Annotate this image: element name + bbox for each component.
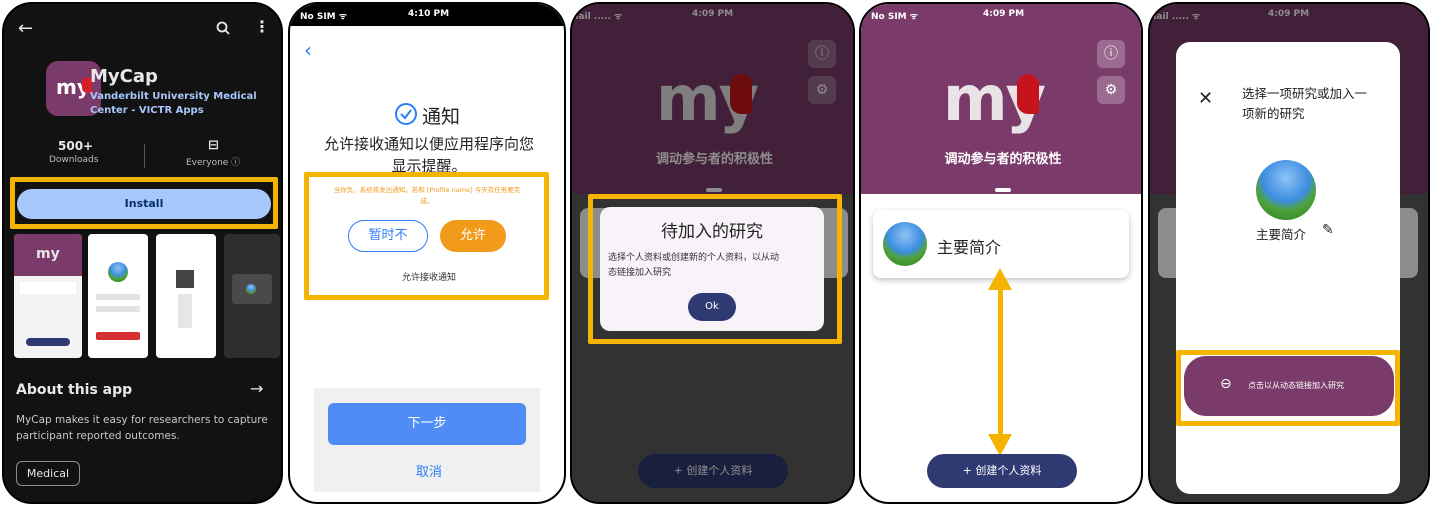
phone-main-profile: No SIM ᯤ 4:09 PM ⓘ ⚙ my 调动参与者的积极性 主要简介 +… [859,2,1143,504]
developer-line-2: Center - VICTR Apps [90,105,204,116]
allow-button[interactable]: 允许 [440,220,506,252]
brand-bird-icon [1017,74,1039,114]
notify-small-notice: 当你负、系统将发出通知。若和 [Profile name] 今天有任务要完 成。 [314,185,540,207]
arrow-head-down [988,434,1012,456]
dialog-ok-button[interactable]: Ok [688,293,736,321]
join-study-label: 点击以从动态链接加入研究 [1248,381,1344,390]
phone-pending-study: nail ..... ᯤ 4:09 PM ⓘ ⚙ my 调动参与者的积极性 + … [570,2,855,504]
dialog-body-line-1: 选择个人资料或创建新的个人资料，以从动 [608,253,780,263]
tagline: 调动参与者的积极性 [944,152,1062,167]
screenshot-3-qr [176,270,194,288]
next-button[interactable]: 下一步 [328,403,526,445]
screenshot-3-text [178,294,192,328]
more-vert-icon[interactable]: ⋮ [254,17,270,36]
screenshot-4-globe [246,284,256,294]
screenshot-1-card [20,282,76,294]
info-icon[interactable]: ⓘ [1097,40,1125,68]
notify-title: 通知 [422,106,461,128]
cancel-button[interactable]: 取消 [290,461,564,480]
sheet-title-line-1: 选择一项研究或加入一 [1242,86,1368,101]
page-dots [995,188,1011,192]
screenshot-1[interactable]: my [14,234,82,358]
notice-line-2: 成。 [420,197,434,205]
study-sheet: ✕ 选择一项研究或加入一 项新的研究 主要简介 ✎ [1176,42,1400,494]
about-line-2: participant reported outcomes. [16,430,180,442]
screenshot-2-btn [96,332,140,340]
about-line-1: MyCap makes it easy for researchers to c… [16,414,268,426]
check-circle-icon [394,102,418,130]
back-chevron-icon[interactable]: ‹ [304,38,312,62]
pending-study-dialog: 待加入的研究 选择个人资料或创建新的个人资料，以从动 态链接加入研究 Ok [600,207,824,331]
downloads-label: Downloads [49,155,99,165]
screenshot-4[interactable] [224,234,280,358]
back-arrow-icon[interactable]: ← [18,18,33,39]
status-carrier: No SIM ᯤ [300,12,347,22]
dialog-title: 待加入的研究 [661,222,763,242]
status-bar: No SIM ᯤ 4:10 PM [290,4,564,26]
screenshot-2-field-2 [96,306,140,312]
notify-desc-line-1: 允许接收通知以便应用程序向您 [323,135,534,153]
downloads-value: 500+ [58,139,94,153]
stat-divider [144,144,145,168]
about-title[interactable]: About this app [16,382,132,398]
screenshot-2-field [96,294,140,300]
join-study-button[interactable]: ⊖ 点击以从动态链接加入研究 [1184,356,1394,416]
profile-name: 主要简介 [937,238,1002,257]
app-name: MyCap [90,66,158,87]
phone-play-store: ← ⋮ my MyCap Vanderbilt University Medic… [2,2,283,504]
phone-notification: No SIM ᯤ 4:10 PM ‹ 通知 允许接收通知以便应用程序向您 显示提… [288,2,566,504]
screenshot-1-logo: my [36,246,60,262]
arrow-head-up [988,268,1012,290]
link-icon: ⊖ [1220,376,1232,392]
create-profile-button[interactable]: + 创建个人资料 [927,454,1077,488]
category-chip[interactable]: Medical [16,461,80,486]
screenshot-2[interactable] [88,234,148,358]
notify-description: 允许接收通知以便应用程序向您 显示提醒。 [300,133,558,177]
status-bar: No SIM ᯤ 4:09 PM [861,4,1141,26]
dialog-body: 选择个人资料或创建新的个人资料，以从动 态链接加入研究 [608,251,820,281]
status-carrier: No SIM ᯤ [871,12,918,22]
screenshot-1-btn [26,338,70,346]
not-now-button[interactable]: 暂时不 [348,220,428,252]
developer-line-1: Vanderbilt University Medical [90,91,257,102]
notice-line-1: 当你负、系统将发出通知。若和 [Profile name] 今天有任务要完 [333,186,521,194]
settings-icon[interactable]: ⚙ [1097,76,1125,104]
content-rating-label: Everyone ⓘ [186,158,241,168]
screenshot-3[interactable] [156,234,216,358]
arrow-line [998,290,1003,438]
edit-pencil-icon[interactable]: ✎ [1322,222,1334,238]
sheet-title-line-2: 项新的研究 [1242,106,1305,121]
profile-name: 主要简介 [1256,227,1307,242]
status-time: 4:09 PM [983,9,1025,19]
developer-link[interactable]: Vanderbilt University Medical Center - V… [90,90,257,118]
allow-notifications-link[interactable]: 允许接收通知 [290,270,564,283]
profile-avatar [1256,160,1316,220]
screenshot-2-globe [108,262,128,282]
dialog-body-line-2: 态链接加入研究 [608,268,672,278]
phone-select-study: nail ..... ᯤ 4:09 PM ✕ 选择一项研究或加入一 项新的研究 … [1148,2,1430,504]
close-icon[interactable]: ✕ [1198,88,1213,109]
content-rating-icon: ⊟ [208,138,219,153]
profile-avatar [883,222,927,266]
sheet-title: 选择一项研究或加入一 项新的研究 [1242,84,1392,124]
status-time: 4:10 PM [408,9,450,19]
search-icon[interactable] [216,20,230,39]
about-arrow-icon[interactable]: → [250,379,263,398]
about-description: MyCap makes it easy for researchers to c… [16,412,268,444]
highlight-install [10,177,278,229]
